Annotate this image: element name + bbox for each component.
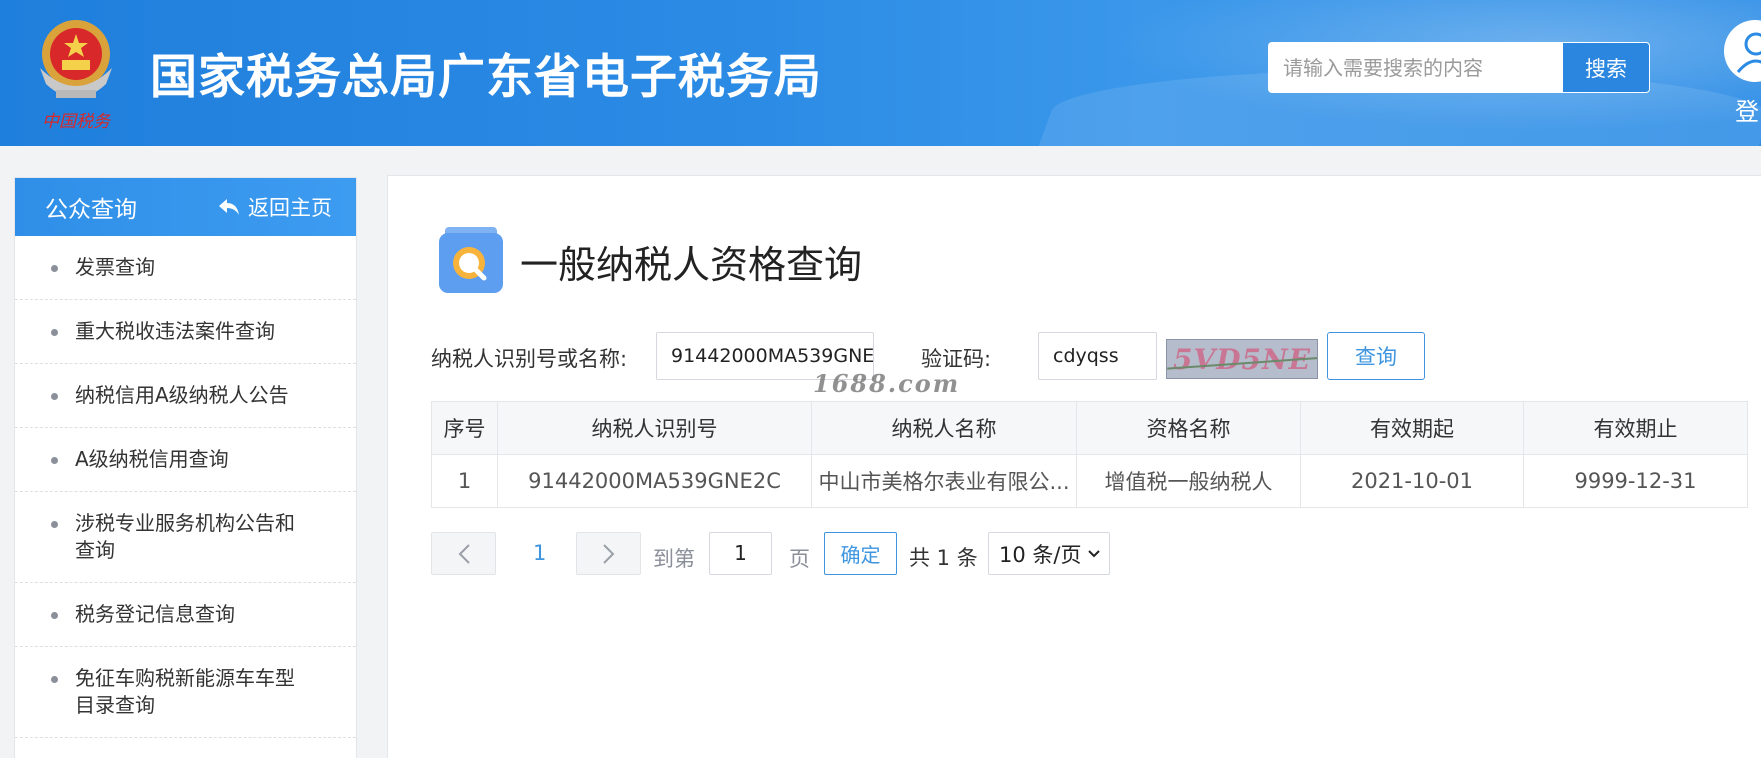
page-number[interactable]: 1: [533, 541, 546, 565]
col-qualification: 资格名称: [1076, 401, 1301, 455]
sidebar-item-label: 发票查询: [75, 255, 155, 279]
page-title: 一般纳税人资格查询: [520, 243, 863, 287]
bullet-icon: [51, 329, 58, 336]
sidebar-item-tax-registration-query[interactable]: 税务登记信息查询: [15, 583, 356, 647]
sidebar-item-label: 免征车购税新能源车车型目录查询: [75, 666, 295, 717]
search-document-icon: [439, 227, 503, 293]
sidebar-item-tax-service-agency[interactable]: 涉税专业服务机构公告和查询: [15, 492, 356, 583]
search-button[interactable]: 搜索: [1562, 42, 1650, 93]
sidebar-item-label: 涉税专业服务机构公告和查询: [75, 511, 295, 562]
user-icon: [1736, 32, 1761, 73]
sidebar-header: 公众查询 返回主页: [15, 178, 356, 236]
captcha-image[interactable]: 5VD5NE: [1166, 339, 1318, 379]
return-arrow-icon: [219, 199, 239, 215]
bullet-icon: [51, 676, 58, 683]
site-header: 中国税务 国家税务总局广东省电子税务局 搜索 登: [0, 0, 1761, 146]
cell-taxpayer-name: 中山市美格尔表业有限公...: [811, 454, 1077, 508]
bullet-icon: [51, 521, 58, 528]
sidebar-menu: 发票查询 重大税收违法案件查询 纳税信用A级纳税人公告 A级纳税信用查询 涉税专…: [15, 236, 356, 738]
query-button[interactable]: 查询: [1327, 332, 1425, 380]
back-home-label: 返回主页: [248, 196, 332, 220]
page-size-value: 10 条/页: [999, 542, 1082, 567]
cell-qualification: 增值税一般纳税人: [1076, 454, 1301, 508]
sidebar-item-credit-a-query[interactable]: A级纳税信用查询: [15, 428, 356, 492]
table-row: 1 91442000MA539GNE2C 中山市美格尔表业有限公... 增值税一…: [431, 454, 1748, 508]
bullet-icon: [51, 612, 58, 619]
goto-page-input[interactable]: 1: [709, 532, 772, 575]
taxpayer-id-label: 纳税人识别号或名称:: [431, 347, 628, 371]
cell-valid-from: 2021-10-01: [1300, 454, 1524, 508]
emblem-caption: 中国税务: [42, 112, 112, 132]
back-home-link[interactable]: 返回主页: [218, 192, 332, 222]
total-count: 共 1 条: [909, 546, 978, 570]
col-index: 序号: [431, 401, 498, 455]
site-title: 国家税务总局广东省电子税务局: [150, 50, 822, 105]
sidebar: 公众查询 返回主页 发票查询 重大税收违法案件查询 纳税信用A级纳税人公告 A级…: [14, 177, 357, 758]
login-label[interactable]: 登: [1735, 92, 1759, 127]
sidebar-title: 公众查询: [45, 197, 137, 223]
col-valid-to: 有效期止: [1523, 401, 1748, 455]
sidebar-item-label: 纳税信用A级纳税人公告: [75, 383, 289, 407]
chevron-right-icon: [602, 543, 614, 564]
page-size-select[interactable]: 10 条/页: [988, 532, 1110, 575]
goto-prefix: 到第: [653, 547, 695, 571]
table-header-row: 序号 纳税人识别号 纳税人名称 资格名称 有效期起 有效期止: [431, 401, 1748, 455]
cell-valid-to: 9999-12-31: [1523, 454, 1748, 508]
bullet-icon: [51, 393, 58, 400]
header-search: 搜索: [1268, 42, 1650, 93]
chevron-down-icon: [1088, 549, 1101, 557]
sidebar-item-label: 重大税收违法案件查询: [75, 319, 275, 343]
bullet-icon: [51, 265, 58, 272]
chevron-left-icon: [458, 543, 470, 564]
prev-page-button[interactable]: [431, 532, 496, 575]
col-taxpayer-name: 纳税人名称: [811, 401, 1077, 455]
next-page-button[interactable]: [576, 532, 641, 575]
cell-taxpayer-id: 91442000MA539GNE2C: [497, 454, 812, 508]
pagination: 1 到第 1 页 确定 共 1 条 10 条/页: [431, 532, 1331, 576]
captcha-input[interactable]: cdyqss: [1038, 332, 1157, 380]
bullet-icon: [51, 457, 58, 464]
sidebar-item-major-violation-query[interactable]: 重大税收违法案件查询: [15, 300, 356, 364]
sidebar-item-label: A级纳税信用查询: [75, 447, 229, 471]
watermark: 1688.com: [813, 369, 961, 398]
main-panel: 一般纳税人资格查询 纳税人识别号或名称: 91442000MA539GNE2C …: [387, 175, 1761, 758]
goto-confirm-button[interactable]: 确定: [824, 532, 897, 575]
sidebar-item-nev-catalog-query[interactable]: 免征车购税新能源车车型目录查询: [15, 647, 356, 738]
sidebar-item-invoice-query[interactable]: 发票查询: [15, 236, 356, 300]
tax-emblem-logo: 中国税务: [40, 20, 112, 132]
cell-index: 1: [431, 454, 498, 508]
col-valid-from: 有效期起: [1300, 401, 1524, 455]
results-table: 序号 纳税人识别号 纳税人名称 资格名称 有效期起 有效期止 1 9144200…: [431, 401, 1748, 508]
search-input[interactable]: [1268, 42, 1562, 93]
col-taxpayer-id: 纳税人识别号: [497, 401, 812, 455]
sidebar-item-credit-a-announcement[interactable]: 纳税信用A级纳税人公告: [15, 364, 356, 428]
goto-suffix: 页: [789, 547, 810, 571]
sidebar-item-label: 税务登记信息查询: [75, 602, 235, 626]
